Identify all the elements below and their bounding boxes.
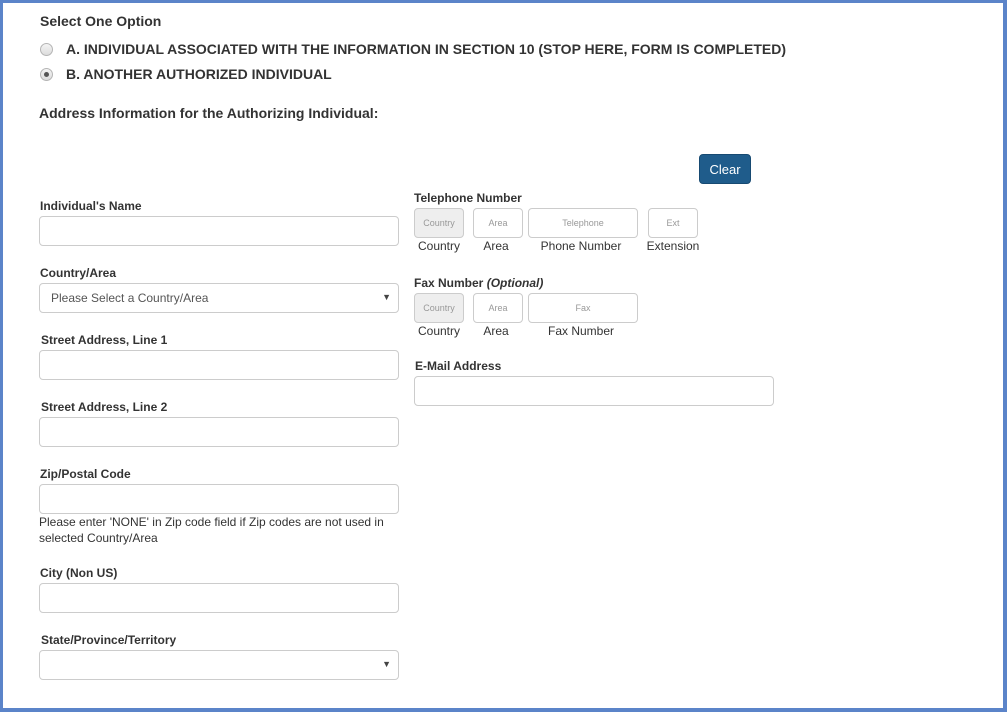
phone-country-caption: Country — [417, 239, 461, 253]
option-b[interactable]: B. ANOTHER AUTHORIZED INDIVIDUAL — [40, 66, 332, 82]
zip-input[interactable] — [39, 484, 399, 514]
phone-area-input[interactable]: Area — [473, 208, 523, 238]
radio-option-a[interactable] — [40, 42, 53, 56]
chevron-down-icon: ▼ — [382, 292, 391, 302]
fax-area-caption: Area — [483, 324, 509, 338]
radio-option-b[interactable] — [40, 67, 53, 81]
fax-country-caption: Country — [417, 324, 461, 338]
telephone-label: Telephone Number — [414, 191, 522, 205]
fax-label: Fax Number (Optional) — [414, 276, 543, 290]
option-b-label: B. ANOTHER AUTHORIZED INDIVIDUAL — [66, 66, 332, 82]
street2-input[interactable] — [39, 417, 399, 447]
fax-number-input[interactable]: Fax — [528, 293, 638, 323]
fax-country-input: Country — [414, 293, 464, 323]
fax-area-input[interactable]: Area — [473, 293, 523, 323]
chevron-down-icon: ▼ — [382, 659, 391, 669]
zip-help-text: Please enter 'NONE' in Zip code field if… — [39, 515, 384, 545]
fax-label-text: Fax Number — [414, 276, 484, 290]
phone-number-input[interactable]: Telephone — [528, 208, 638, 238]
zip-label: Zip/Postal Code — [40, 467, 131, 481]
state-select[interactable]: ▼ — [39, 650, 399, 680]
phone-extension-input[interactable]: Ext — [648, 208, 698, 238]
city-input[interactable] — [39, 583, 399, 613]
option-a[interactable]: A. INDIVIDUAL ASSOCIATED WITH THE INFORM… — [40, 41, 786, 57]
street1-label: Street Address, Line 1 — [41, 333, 168, 347]
country-label: Country/Area — [40, 266, 117, 280]
email-input[interactable] — [414, 376, 774, 406]
phone-extension-caption: Extension — [646, 239, 700, 253]
select-option-title: Select One Option — [40, 13, 162, 29]
country-select[interactable]: Please Select a Country/Area ▼ — [39, 283, 399, 313]
name-label: Individual's Name — [40, 199, 142, 213]
street2-label: Street Address, Line 2 — [41, 400, 168, 414]
fax-optional-text: (Optional) — [486, 276, 544, 290]
state-label: State/Province/Territory — [41, 633, 177, 647]
phone-area-caption: Area — [483, 239, 509, 253]
phone-country-input: Country — [414, 208, 464, 238]
clear-button[interactable]: Clear — [699, 154, 751, 184]
individual-name-input[interactable] — [39, 216, 399, 246]
street1-input[interactable] — [39, 350, 399, 380]
city-label: City (Non US) — [40, 566, 118, 580]
fax-number-caption: Fax Number — [547, 324, 615, 338]
option-a-label: A. INDIVIDUAL ASSOCIATED WITH THE INFORM… — [66, 41, 786, 57]
country-select-value: Please Select a Country/Area — [51, 291, 209, 305]
email-label: E-Mail Address — [415, 359, 502, 373]
address-section-title: Address Information for the Authorizing … — [39, 105, 379, 121]
phone-number-caption: Phone Number — [540, 239, 622, 253]
